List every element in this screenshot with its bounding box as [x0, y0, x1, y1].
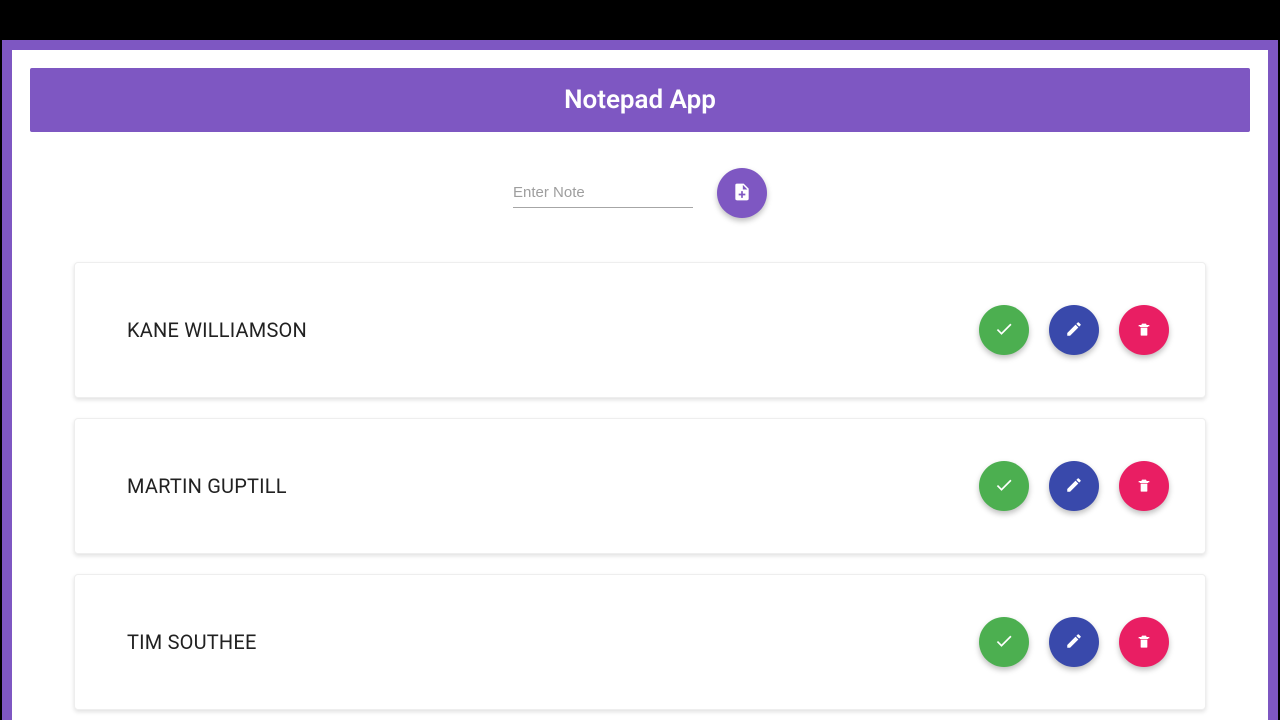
- trash-icon: [1136, 477, 1152, 496]
- note-text: KANE WILLIAMSON: [127, 318, 307, 342]
- note-text: MARTIN GUPTILL: [127, 474, 287, 498]
- trash-icon: [1136, 633, 1152, 652]
- complete-button[interactable]: [979, 461, 1029, 511]
- pencil-icon: [1065, 632, 1083, 653]
- note-add-icon: [732, 182, 752, 205]
- note-actions: [979, 305, 1169, 355]
- app-title: Notepad App: [564, 85, 716, 115]
- note-text: TIM SOUTHEE: [127, 630, 257, 654]
- trash-icon: [1136, 321, 1152, 340]
- check-icon: [994, 319, 1014, 342]
- edit-button[interactable]: [1049, 617, 1099, 667]
- delete-button[interactable]: [1119, 461, 1169, 511]
- pencil-icon: [1065, 476, 1083, 497]
- add-note-button[interactable]: [717, 168, 767, 218]
- edit-button[interactable]: [1049, 305, 1099, 355]
- delete-button[interactable]: [1119, 305, 1169, 355]
- pencil-icon: [1065, 320, 1083, 341]
- check-icon: [994, 475, 1014, 498]
- complete-button[interactable]: [979, 617, 1029, 667]
- note-input-row: [30, 168, 1250, 218]
- delete-button[interactable]: [1119, 617, 1169, 667]
- note-card: KANE WILLIAMSON: [74, 262, 1206, 398]
- note-actions: [979, 461, 1169, 511]
- check-icon: [994, 631, 1014, 654]
- edit-button[interactable]: [1049, 461, 1099, 511]
- notes-list: KANE WILLIAMSON MARTIN GUPTILL TIM SOUTHEE: [30, 262, 1250, 710]
- note-card: MARTIN GUPTILL: [74, 418, 1206, 554]
- note-actions: [979, 617, 1169, 667]
- app-header: Notepad App: [30, 68, 1250, 132]
- note-card: TIM SOUTHEE: [74, 574, 1206, 710]
- complete-button[interactable]: [979, 305, 1029, 355]
- note-input[interactable]: [513, 178, 693, 208]
